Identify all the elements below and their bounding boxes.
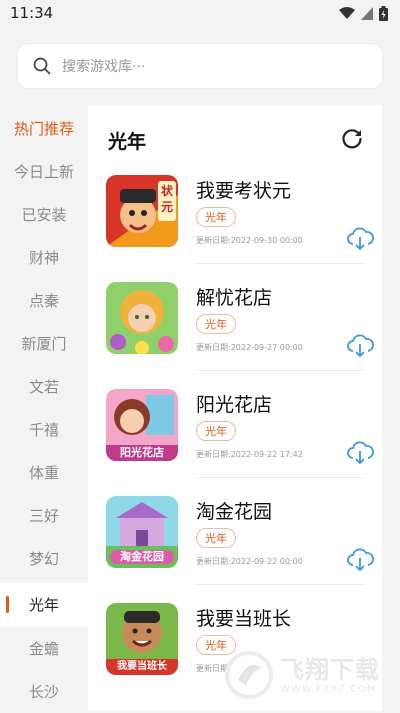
game-title: 我要考状元 [196, 180, 292, 202]
game-update-date: 更新日期:2022-09-27 00:00 [196, 343, 303, 352]
sidebar-item-label: 体重 [28, 464, 59, 482]
sidebar-item-label: 三好 [28, 507, 59, 525]
sidebar-item-guangnian[interactable]: 光年 [0, 583, 88, 626]
sidebar-item-qianxi[interactable]: 千禧 [0, 408, 88, 451]
game-icon-caption: 阳光花店 [120, 446, 164, 459]
game-update-date: 更新日期:2022-09-22 17:42 [196, 450, 303, 459]
game-title: 阳光花店 [196, 394, 273, 416]
sidebar-item-wenruo[interactable]: 文若 [0, 365, 88, 408]
watermark-logo: 飞翔下载 WWW.FXXZ.COM [222, 648, 392, 704]
sidebar-item-caishen[interactable]: 财神 [0, 236, 88, 279]
search-icon [33, 57, 51, 75]
game-tag: 光年 [196, 528, 236, 548]
sidebar-item-label: 梦幻 [28, 550, 59, 568]
sidebar-item-label: 金蟾 [28, 640, 59, 658]
sidebar-item-label: 文若 [28, 378, 59, 396]
sidebar-item-label: 千禧 [28, 421, 59, 439]
sidebar-item-dianqin[interactable]: 点秦 [0, 279, 88, 322]
game-row[interactable]: 阳光花店 阳光花店 光年 更新日期:2022-09-22 17:42 [88, 389, 382, 496]
sidebar-item-jinchan[interactable]: 金蟾 [0, 627, 88, 670]
sidebar-item-xinxiamen[interactable]: 新厦门 [0, 322, 88, 365]
row-divider [196, 370, 364, 371]
category-sidebar: 热门推荐 今日上新 已安装 财神 点秦 新厦门 文若 千禧 体重 三好 梦幻 光… [0, 105, 88, 711]
game-title: 我要当班长 [196, 608, 292, 630]
cloud-download-icon[interactable] [346, 548, 374, 572]
game-title: 解忧花店 [196, 287, 273, 309]
cloud-download-icon[interactable] [346, 441, 374, 465]
game-icon-image [106, 282, 178, 354]
sidebar-item-label: 今日上新 [13, 163, 74, 181]
row-divider [196, 263, 364, 264]
signal-icon [361, 7, 373, 20]
sidebar-item-tizhong[interactable]: 体重 [0, 451, 88, 494]
status-bar: 11:34 [0, 0, 400, 28]
watermark-emblem-icon [225, 651, 273, 699]
watermark-text: 飞翔下载 [280, 656, 380, 684]
sidebar-item-hot[interactable]: 热门推荐 [0, 107, 88, 150]
sidebar-item-label: 已安装 [21, 206, 67, 224]
game-icon-image: 我要当班长 [106, 603, 178, 675]
game-icon-image: 状元 [106, 175, 178, 247]
wifi-icon [339, 7, 355, 19]
game-icon-caption: 淘金花园 [120, 550, 164, 563]
sidebar-item-label: 光年 [28, 596, 59, 614]
sidebar-item-new-today[interactable]: 今日上新 [0, 150, 88, 193]
game-update-date: 更新日期:2022-09-22 00:00 [196, 557, 303, 566]
game-row[interactable]: 淘金花园 淘金花园 光年 更新日期:2022-09-22 00:00 [88, 496, 382, 603]
game-tag: 光年 [196, 421, 236, 441]
sidebar-item-label: 点秦 [28, 292, 59, 310]
row-divider [196, 477, 364, 478]
watermark-url: WWW.FXXZ.COM [280, 684, 377, 695]
game-row[interactable]: 解忧花店 光年 更新日期:2022-09-27 00:00 [88, 282, 382, 389]
page-title: 光年 [108, 131, 147, 153]
sidebar-item-installed[interactable]: 已安装 [0, 193, 88, 236]
game-icon-caption: 我要当班长 [117, 661, 167, 672]
sidebar-item-changsha[interactable]: 长沙 [0, 670, 88, 713]
cloud-download-icon[interactable] [346, 227, 374, 251]
game-update-date: 更新日期:2022-09-30 00:00 [196, 236, 303, 245]
status-time: 11:34 [10, 4, 54, 22]
sidebar-item-label: 新厦门 [21, 335, 67, 353]
refresh-icon[interactable] [340, 127, 364, 151]
game-icon-image: 阳光花店 [106, 389, 178, 461]
sidebar-item-label: 财神 [28, 249, 59, 267]
game-icon-caption: 状元 [161, 184, 174, 214]
row-divider [196, 584, 364, 585]
sidebar-item-sanhao[interactable]: 三好 [0, 494, 88, 537]
search-bar[interactable]: 搜索游戏库··· [18, 44, 382, 88]
game-tag: 光年 [196, 314, 236, 334]
sidebar-item-menghuan[interactable]: 梦幻 [0, 537, 88, 580]
game-tag: 光年 [196, 207, 236, 227]
game-row[interactable]: 状元 我要考状元 光年 更新日期:2022-09-30 00:00 [88, 175, 382, 282]
status-icons [339, 6, 388, 21]
game-icon-image: 淘金花园 [106, 496, 178, 568]
game-list-panel: 光年 状元 我要考状元 光年 更新日期:2022-09-30 00:00 解忧花… [88, 105, 382, 711]
sidebar-item-label: 长沙 [28, 683, 59, 701]
search-input[interactable]: 搜索游戏库··· [62, 56, 145, 76]
sidebar-item-label: 热门推荐 [13, 120, 74, 138]
cloud-download-icon[interactable] [346, 334, 374, 358]
game-title: 淘金花园 [196, 501, 273, 523]
battery-icon [379, 6, 388, 21]
